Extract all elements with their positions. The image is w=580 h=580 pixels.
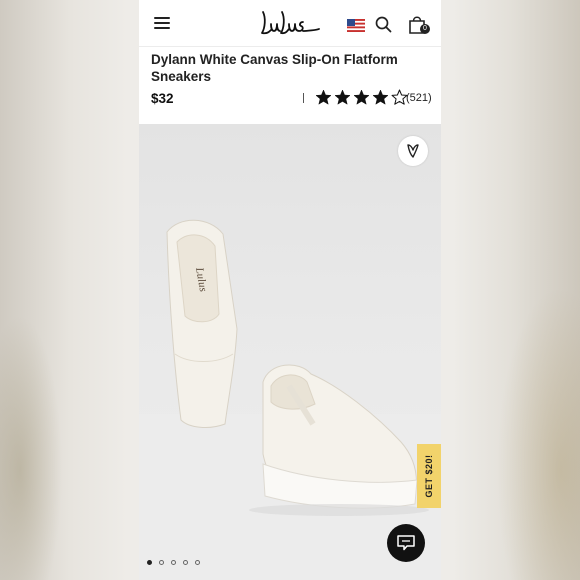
chat-bubble-icon <box>397 535 415 551</box>
chat-button[interactable] <box>387 524 425 562</box>
cart-count-badge: 0 <box>420 24 430 34</box>
product-price: $32 <box>151 91 174 106</box>
sneakers-photo: Lulus <box>139 219 441 580</box>
divider <box>303 93 304 103</box>
carousel-dot[interactable] <box>147 560 152 565</box>
star-filled-icon <box>372 89 389 105</box>
us-flag-icon[interactable] <box>347 19 365 32</box>
product-image[interactable]: Lulus GET $20! <box>139 124 441 580</box>
carousel-dot[interactable] <box>159 560 164 565</box>
phone-screen: 0 Dylann White Canvas Slip-On Flatform S… <box>139 0 441 580</box>
site-header: 0 <box>139 0 441 47</box>
search-icon[interactable] <box>375 16 392 33</box>
hamburger-menu-icon[interactable] <box>154 17 170 29</box>
heart-icon <box>407 144 419 158</box>
carousel-dots <box>147 560 200 565</box>
review-count[interactable]: (521) <box>406 92 432 104</box>
carousel-dot[interactable] <box>183 560 188 565</box>
product-title: Dylann White Canvas Slip-On Flatform Sne… <box>151 52 398 84</box>
star-rating[interactable] <box>315 89 408 106</box>
wishlist-button[interactable] <box>398 136 428 166</box>
star-filled-icon <box>315 89 332 105</box>
carousel-dot[interactable] <box>195 560 200 565</box>
star-filled-icon <box>334 89 351 105</box>
star-filled-icon <box>353 89 370 105</box>
promo-label: GET $20! <box>424 454 434 498</box>
get-20-promo-tab[interactable]: GET $20! <box>417 444 441 508</box>
lulus-logo[interactable] <box>259 8 321 38</box>
carousel-dot[interactable] <box>171 560 176 565</box>
